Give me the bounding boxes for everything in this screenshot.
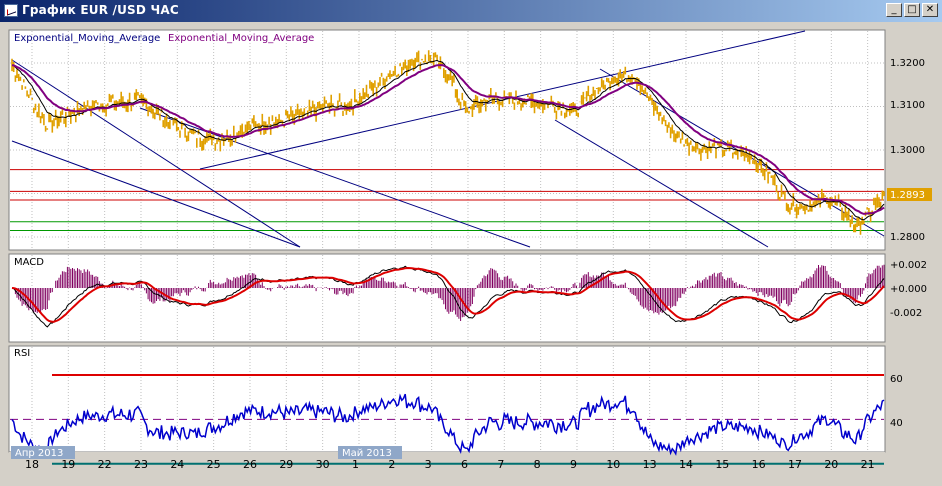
time-label: 6 <box>461 458 468 471</box>
chart-app-icon <box>4 4 18 17</box>
time-label: 24 <box>170 458 184 471</box>
time-label: 13 <box>643 458 657 471</box>
rsi-label: RSI <box>14 348 30 359</box>
time-label: 9 <box>570 458 577 471</box>
price-tick: 1.3100 <box>890 100 925 111</box>
time-label: 16 <box>752 458 766 471</box>
macd-axis: +0.002 +0.000 -0.002 <box>890 260 927 319</box>
time-label: 21 <box>861 458 875 471</box>
time-label: 23 <box>134 458 148 471</box>
current-price-label: 1.2893 <box>890 190 925 201</box>
rsi-panel[interactable] <box>8 345 886 453</box>
time-label: 10 <box>606 458 620 471</box>
time-label: 30 <box>316 458 330 471</box>
month-tag-label: Май 2013 <box>342 448 392 459</box>
ema-label-fast: Exponential_Moving_Average <box>14 33 160 44</box>
time-label: 14 <box>679 458 693 471</box>
window-title: График EUR /USD ЧАС <box>22 3 179 17</box>
macd-tick: +0.000 <box>890 284 927 295</box>
price-axis: 1.3200 1.3100 1.3000 1.2800 1.2893 <box>887 58 932 243</box>
rsi-axis: 60 40 <box>890 374 903 429</box>
chart-area[interactable]: Exponential_Moving_Average Exponential_M… <box>0 22 942 486</box>
rsi-tick: 40 <box>890 418 903 429</box>
time-label: 25 <box>207 458 221 471</box>
macd-label: MACD <box>14 257 44 268</box>
ema-label-slow: Exponential_Moving_Average <box>168 33 314 44</box>
macd-tick: -0.002 <box>890 308 922 319</box>
macd-tick: +0.002 <box>890 260 927 271</box>
price-tick: 1.3200 <box>890 58 925 69</box>
time-label: 19 <box>61 458 75 471</box>
time-label: 3 <box>425 458 432 471</box>
maximize-button[interactable]: □ <box>904 3 920 17</box>
title-bar[interactable]: График EUR /USD ЧАС _ □ ✕ <box>0 0 942 22</box>
time-label: 1 <box>352 458 359 471</box>
time-label: 8 <box>534 458 541 471</box>
time-label: 18 <box>25 458 39 471</box>
minimize-button[interactable]: _ <box>886 3 902 17</box>
time-label: 17 <box>788 458 802 471</box>
time-label: 20 <box>824 458 838 471</box>
price-tick: 1.3000 <box>890 145 925 156</box>
month-tag-label: Апр 2013 <box>15 448 63 459</box>
price-tick: 1.2800 <box>890 232 925 243</box>
time-label: 2 <box>388 458 395 471</box>
time-label: 7 <box>497 458 504 471</box>
time-label: 15 <box>715 458 729 471</box>
rsi-tick: 60 <box>890 374 903 385</box>
time-label: 22 <box>98 458 112 471</box>
time-label: 29 <box>279 458 293 471</box>
time-label: 26 <box>243 458 257 471</box>
close-button[interactable]: ✕ <box>922 3 938 17</box>
